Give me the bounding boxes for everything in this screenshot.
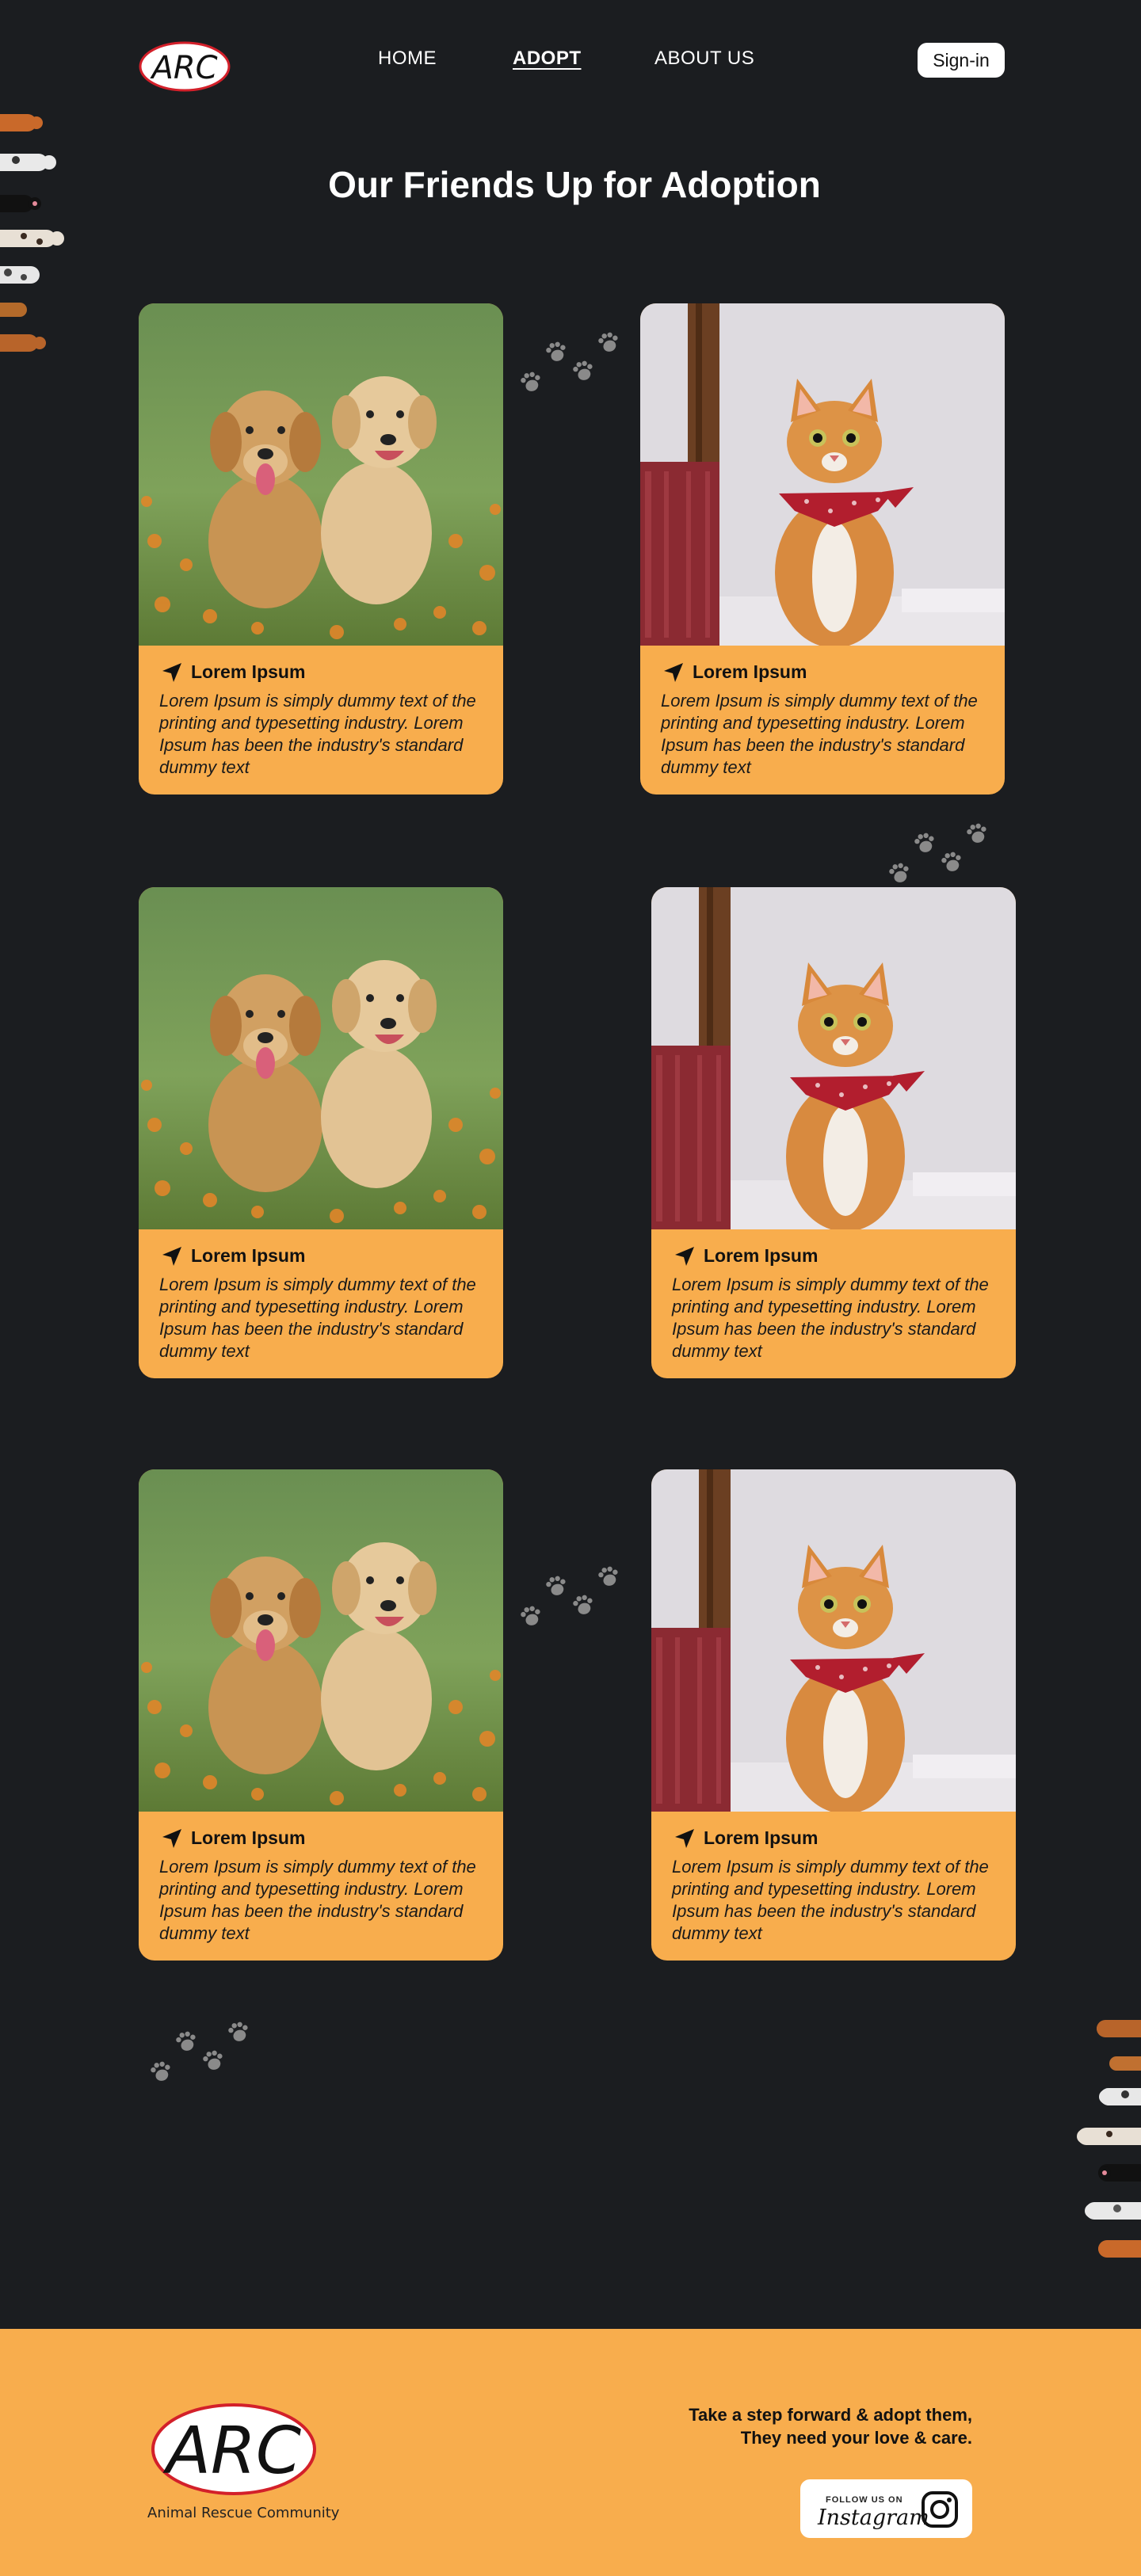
pet-info: Lorem Ipsum Lorem Ipsum is simply dummy t… — [139, 646, 503, 795]
pet-description: Lorem Ipsum is simply dummy text of the … — [159, 691, 476, 777]
instagram-button[interactable]: FOLLOW US ON Instagram — [800, 2479, 972, 2538]
paw-print-icon — [889, 823, 986, 882]
instagram-icon — [922, 2491, 958, 2528]
pet-info: Lorem Ipsum Lorem Ipsum is simply dummy t… — [651, 1812, 1016, 1961]
pet-card[interactable]: Lorem Ipsum Lorem Ipsum is simply dummy t… — [139, 303, 503, 795]
pet-name: Lorem Ipsum — [704, 1245, 819, 1266]
pet-card[interactable]: Lorem Ipsum Lorem Ipsum is simply dummy t… — [139, 887, 503, 1378]
pet-card[interactable]: Lorem Ipsum Lorem Ipsum is simply dummy t… — [651, 887, 1016, 1378]
pet-info: Lorem Ipsum Lorem Ipsum is simply dummy t… — [651, 1229, 1016, 1378]
arc-logo[interactable]: ARC — [139, 33, 234, 93]
pet-card[interactable]: Lorem Ipsum Lorem Ipsum is simply dummy t… — [640, 303, 1005, 795]
pet-description: Lorem Ipsum is simply dummy text of the … — [159, 1275, 476, 1361]
pet-description: Lorem Ipsum is simply dummy text of the … — [661, 691, 978, 777]
logo-text: ARC — [149, 50, 217, 86]
page-title: Our Friends Up for Adoption — [328, 164, 821, 205]
pet-name: Lorem Ipsum — [191, 1827, 306, 1848]
footer-tagline: Take a step forward & adopt them, They n… — [592, 2403, 972, 2449]
nav-adopt[interactable]: ADOPT — [513, 48, 582, 70]
cat-legs-left-decoration — [0, 114, 64, 352]
tagline-line-2: They need your love & care. — [740, 2428, 972, 2448]
paw-prints-decoration — [521, 1566, 618, 1625]
pet-description: Lorem Ipsum is simply dummy text of the … — [159, 1857, 476, 1943]
pet-photo[interactable] — [640, 303, 1005, 646]
pet-name: Lorem Ipsum — [704, 1827, 819, 1848]
navigation-arrow-icon — [162, 663, 181, 682]
pet-card[interactable]: Lorem Ipsum Lorem Ipsum is simply dummy t… — [651, 1469, 1016, 1961]
puppies-photo — [139, 1469, 503, 1812]
navigation-arrow-icon — [162, 1829, 181, 1848]
pet-photo[interactable] — [651, 1469, 1016, 1812]
nav-home[interactable]: HOME — [378, 48, 437, 70]
pet-description: Lorem Ipsum is simply dummy text of the … — [672, 1275, 989, 1361]
puppies-photo — [139, 303, 503, 646]
pet-name: Lorem Ipsum — [191, 661, 306, 682]
instagram-label: Instagram — [818, 2506, 929, 2530]
cat-legs-right-decoration — [1077, 2020, 1141, 2258]
pet-info: Lorem Ipsum Lorem Ipsum is simply dummy t… — [640, 646, 1005, 795]
pet-photo[interactable] — [651, 887, 1016, 1229]
footer-arc-logo[interactable]: ARC — [147, 2400, 321, 2519]
paw-prints-decoration — [151, 2022, 248, 2081]
pet-photo[interactable] — [139, 1469, 503, 1812]
paw-print-icon — [151, 2022, 248, 2081]
footer-logo-text: ARC — [162, 2414, 301, 2489]
cat-photo — [651, 887, 1016, 1229]
tagline-line-1: Take a step forward & adopt them, — [689, 2405, 972, 2425]
navigation-arrow-icon — [675, 1829, 694, 1848]
paw-prints-decoration — [889, 823, 986, 882]
paw-prints-decoration — [521, 332, 618, 391]
pet-info: Lorem Ipsum Lorem Ipsum is simply dummy t… — [139, 1812, 503, 1961]
pet-photo[interactable] — [139, 887, 503, 1229]
pet-photo[interactable] — [139, 303, 503, 646]
paw-print-icon — [521, 1566, 618, 1625]
pet-name: Lorem Ipsum — [693, 661, 807, 682]
footer: ARC Animal Rescue Community Take a step … — [0, 2329, 1141, 2576]
pet-card[interactable]: Lorem Ipsum Lorem Ipsum is simply dummy t… — [139, 1469, 503, 1961]
cat-photo — [640, 303, 1005, 646]
navigation-arrow-icon — [162, 1247, 181, 1266]
footer-logo-subtitle: Animal Rescue Community — [147, 2505, 340, 2521]
puppies-photo — [139, 887, 503, 1229]
pet-description: Lorem Ipsum is simply dummy text of the … — [672, 1857, 989, 1943]
pet-name: Lorem Ipsum — [191, 1245, 306, 1266]
navigation-arrow-icon — [675, 1247, 694, 1266]
sign-in-button[interactable]: Sign-in — [918, 43, 1005, 78]
nav-about-us[interactable]: ABOUT US — [654, 48, 754, 70]
pet-info: Lorem Ipsum Lorem Ipsum is simply dummy t… — [139, 1229, 503, 1378]
cat-photo — [651, 1469, 1016, 1812]
navigation-arrow-icon — [664, 663, 683, 682]
paw-print-icon — [521, 332, 618, 391]
instagram-small-label: FOLLOW US ON — [826, 2495, 903, 2505]
